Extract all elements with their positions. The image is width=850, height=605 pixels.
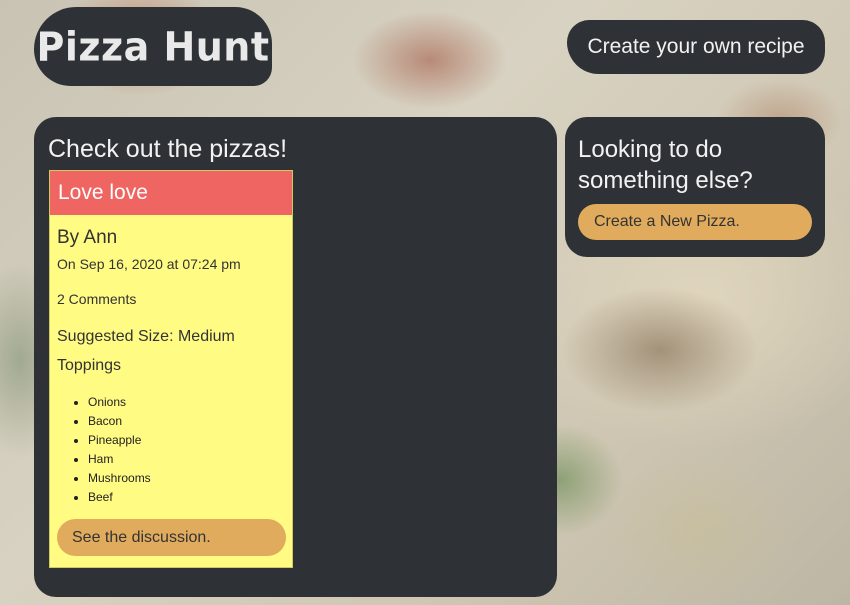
topping-item: Ham	[88, 450, 151, 469]
pizza-name: Love love	[50, 171, 292, 215]
pizza-card: Love love By Ann On Sep 16, 2020 at 07:2…	[49, 170, 293, 568]
side-panel-title: Looking to do something else?	[578, 136, 753, 194]
topping-item: Mushrooms	[88, 469, 151, 488]
create-recipe-link[interactable]: Create your own recipe	[567, 20, 825, 74]
topping-item: Bacon	[88, 412, 151, 431]
create-new-pizza-button[interactable]: Create a New Pizza.	[578, 204, 812, 240]
topping-item: Beef	[88, 488, 151, 507]
pizza-suggested-size: Suggested Size: Medium	[57, 328, 235, 345]
topping-item: Pineapple	[88, 431, 151, 450]
pizza-comment-count: 2 Comments	[57, 291, 137, 307]
pizza-date: On Sep 16, 2020 at 07:24 pm	[57, 256, 241, 272]
side-panel: Looking to do something else? Create a N…	[565, 117, 825, 257]
toppings-list: Onions Bacon Pineapple Ham Mushrooms Bee…	[57, 393, 151, 507]
logo-text: Pizza Hunt	[36, 23, 270, 70]
topping-item: Onions	[88, 393, 151, 412]
pizza-author: By Ann	[57, 227, 118, 248]
page-title: Check out the pizzas!	[48, 135, 288, 163]
see-discussion-button[interactable]: See the discussion.	[57, 519, 286, 556]
toppings-label: Toppings	[57, 357, 122, 374]
logo[interactable]: Pizza Hunt	[34, 7, 272, 86]
pizza-list-panel: Check out the pizzas! Love love By Ann O…	[34, 117, 557, 597]
